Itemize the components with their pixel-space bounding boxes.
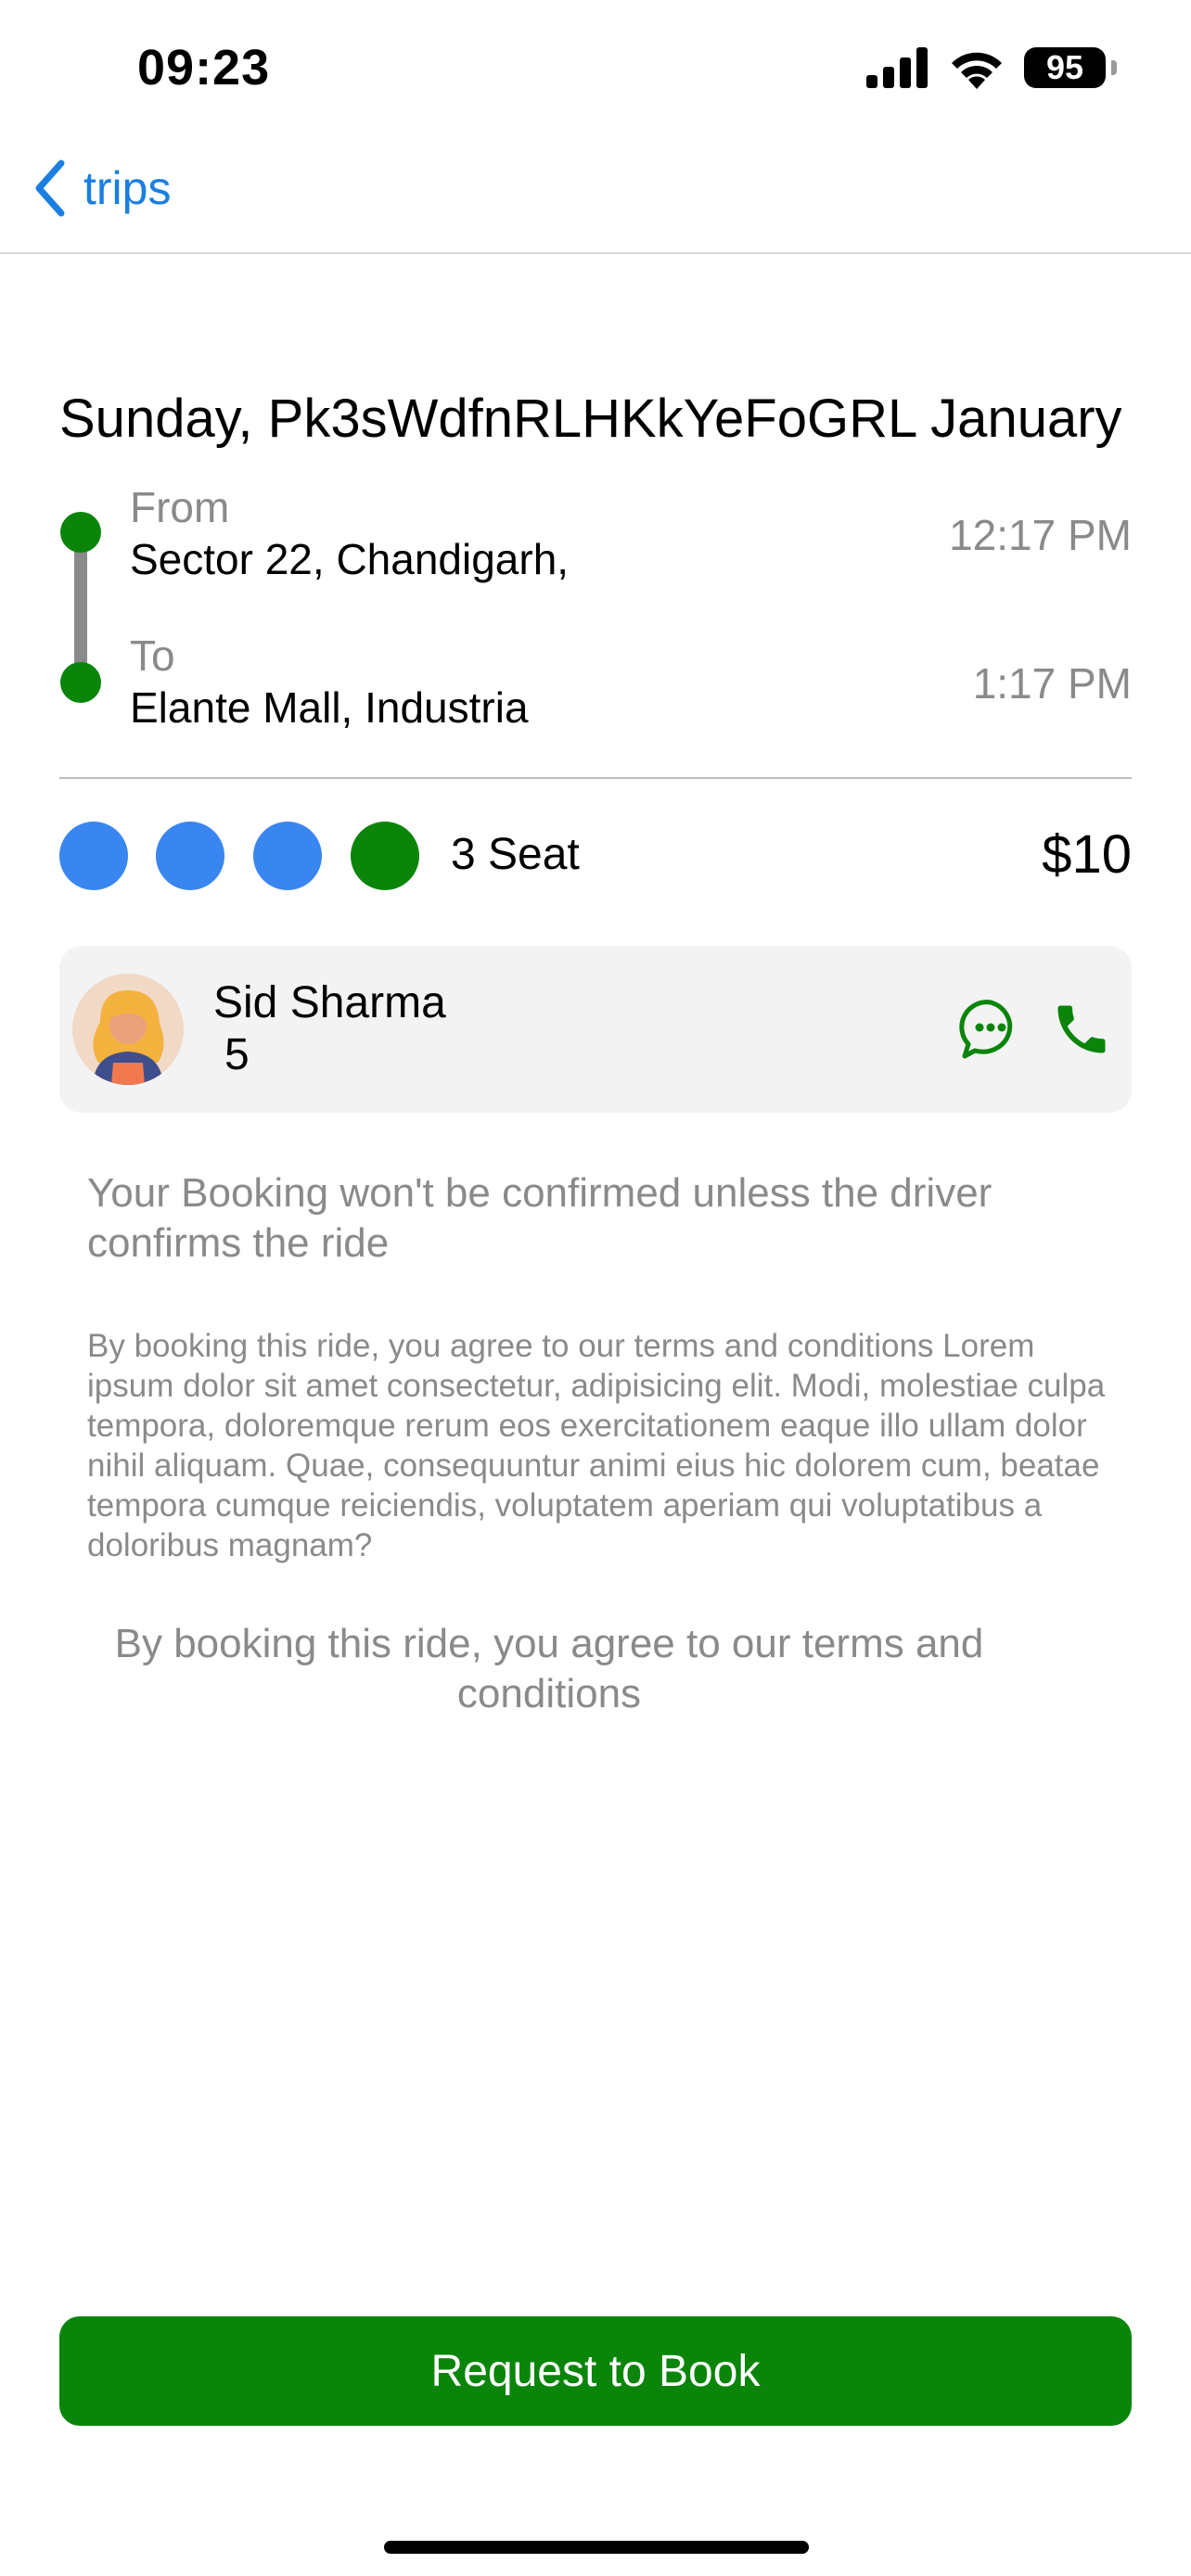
from-place: Sector 22, Chandigarh, (130, 535, 570, 583)
route-end-dot (60, 662, 101, 703)
section-divider (59, 777, 1132, 779)
back-button[interactable]: trips (33, 159, 171, 217)
trip-booking-screen: 09:23 95 trips Sunday, Pk3sWdfnRLHKkYeFo… (0, 0, 1191, 2576)
request-to-book-button[interactable]: Request to Book (59, 2316, 1132, 2426)
terms-summary: By booking this ride, you agree to our t… (114, 1621, 984, 1716)
status-time: 09:23 (137, 40, 271, 96)
seat-selector-2[interactable] (156, 822, 224, 890)
status-icons: 95 (866, 46, 1117, 89)
seat-count: 3 Seat (451, 830, 580, 879)
to-time: 1:17 PM (972, 659, 1132, 708)
call-driver-button[interactable] (1050, 998, 1113, 1065)
from-label: From (130, 483, 230, 531)
terms-body: By booking this ride, you agree to our t… (87, 1328, 1106, 1563)
wifi-icon (952, 52, 1002, 89)
trip-date-title: Sunday, Pk3sWdfnRLHKkYeFoGRL January (59, 389, 1122, 449)
battery-level: 95 (1045, 48, 1084, 86)
driver-avatar[interactable] (72, 974, 184, 1085)
message-driver-button[interactable] (959, 998, 1022, 1065)
driver-name: Sid Sharma (213, 978, 446, 1027)
driver-avatar-illustration (72, 974, 184, 1085)
driver-rating: 5 (224, 1030, 250, 1079)
cellular-signal-icon (866, 47, 928, 88)
home-indicator (384, 2541, 809, 2554)
to-label: To (130, 631, 175, 680)
battery-icon: 95 (1024, 47, 1117, 88)
phone-icon (1057, 1005, 1106, 1053)
to-place: Elante Mall, Industria (130, 683, 529, 732)
driver-card: Sid Sharma 5 (59, 946, 1132, 1113)
from-time: 12:17 PM (949, 511, 1132, 559)
route-connector-line (74, 532, 87, 681)
back-button-label: trips (83, 162, 172, 214)
seat-selector-1[interactable] (59, 822, 128, 890)
chat-bubble-icon (959, 1000, 1013, 1059)
trip-price: $10 (1042, 824, 1132, 885)
battery-tip (1111, 60, 1117, 75)
seat-selector-3[interactable] (253, 822, 322, 890)
chevron-left-icon (35, 159, 65, 217)
nav-divider (0, 252, 1191, 254)
seat-selector-4[interactable] (351, 822, 419, 890)
route-start-dot (60, 512, 101, 553)
confirmation-notice: Your Booking won't be confirmed unless t… (87, 1170, 992, 1266)
